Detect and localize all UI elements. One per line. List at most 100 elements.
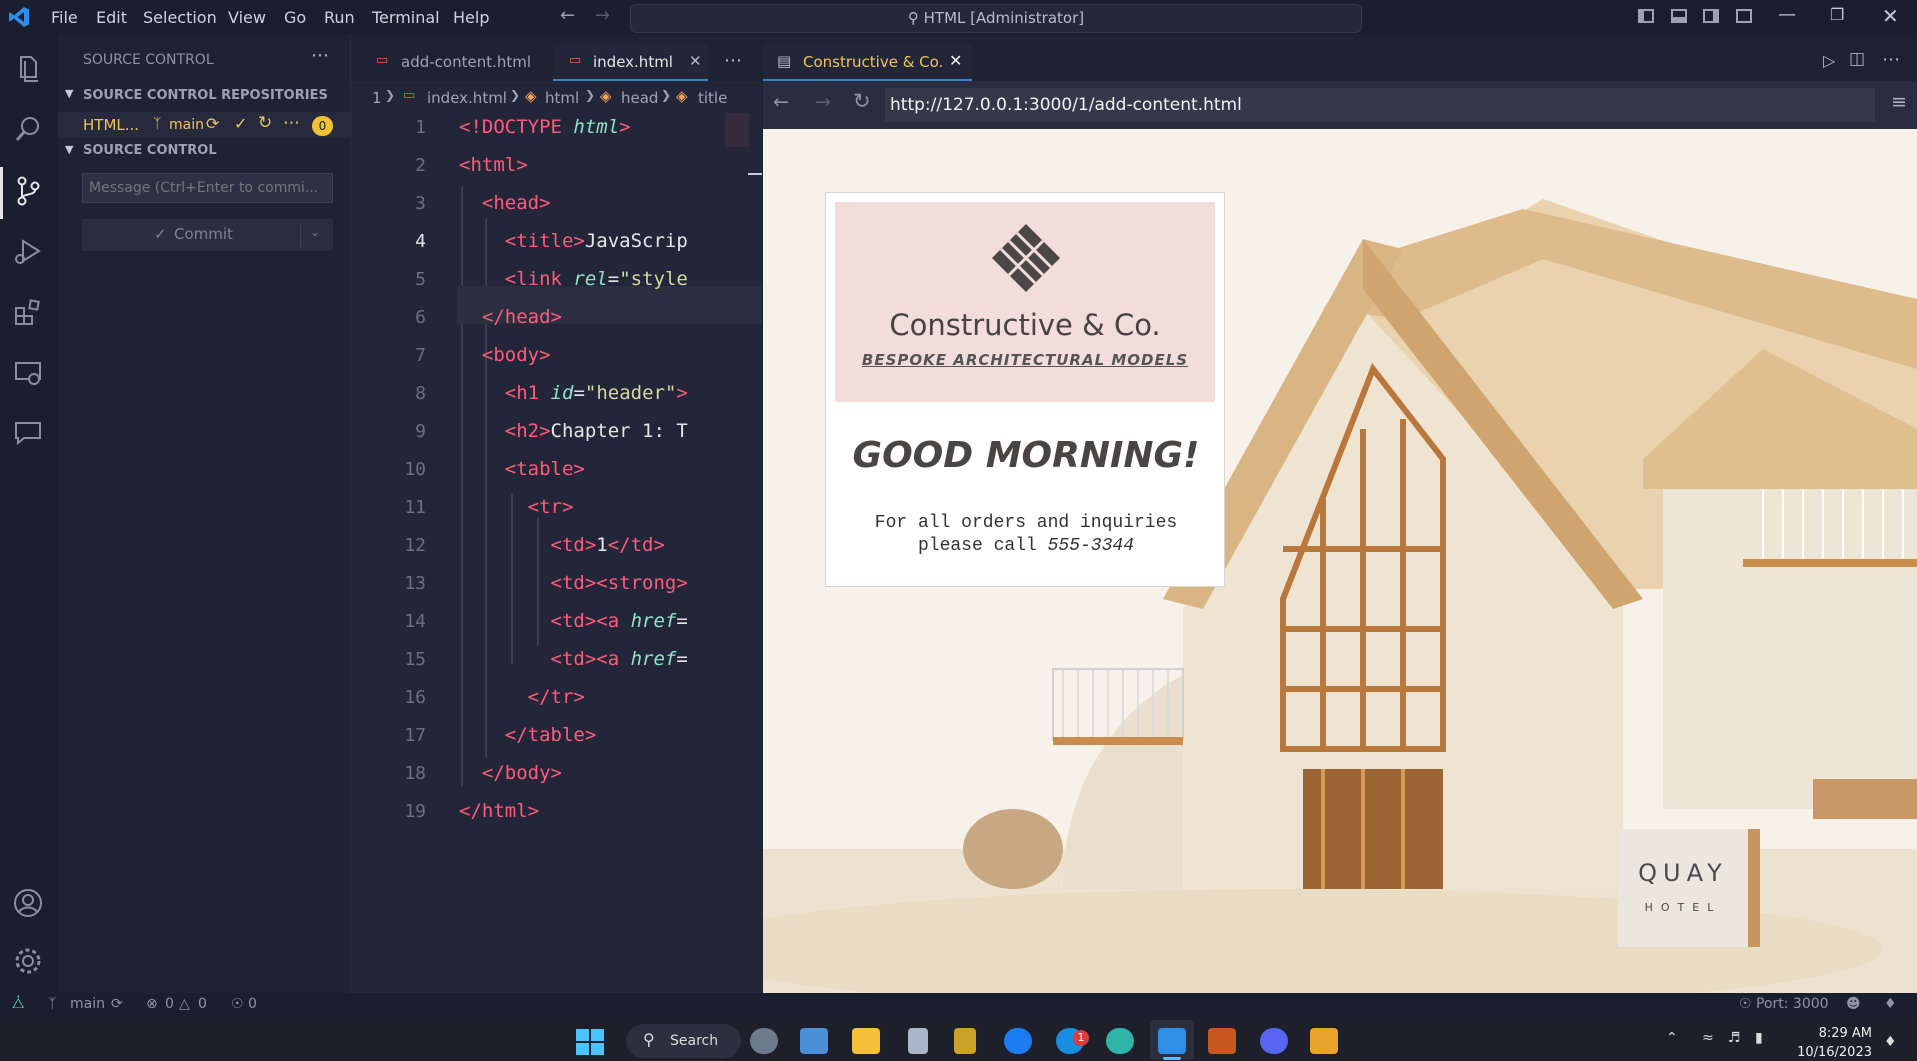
clock-time[interactable]: 8:29 AM [1800,1026,1872,1041]
commit-message-input[interactable] [82,173,333,203]
close-tab-icon[interactable]: ✕ [689,52,702,70]
sync-icon[interactable]: ⟳ [206,114,219,133]
status-branch[interactable]: main [70,996,105,1012]
extensions-icon[interactable] [12,297,44,329]
minimap[interactable] [725,113,749,147]
warning-count[interactable]: 0 [198,996,207,1012]
settings-app-icon[interactable] [750,1028,778,1054]
back-icon[interactable]: ← [773,91,789,113]
run-icon[interactable]: ▷ [1823,51,1835,70]
sign-title: QUAY [1638,859,1728,887]
menu-file[interactable]: File [51,8,78,27]
menu-view[interactable]: View [228,8,266,27]
reload-icon[interactable]: ↻ [853,89,871,113]
recycle-app-icon[interactable] [908,1028,928,1054]
notifications-bell-icon[interactable]: ♦ [1884,996,1897,1012]
code-line: 16 </tr> [404,686,585,708]
edge-browser-icon[interactable] [1106,1028,1134,1054]
copilot-icon[interactable]: ☻ [1846,996,1861,1012]
code-area[interactable]: 1 <!DOCTYPE html> 2 <html> 3 <head> 4 <tit… [351,110,762,820]
source-control-section-header[interactable]: SOURCE CONTROL [83,143,217,158]
menu-lines-icon[interactable]: ≡ [1891,91,1907,113]
game-app-icon[interactable] [954,1028,976,1054]
tab-add-content[interactable]: ▭ add-content.html [351,45,553,81]
restore-icon[interactable]: ❐ [1830,5,1844,24]
toggle-secondary-sidebar-icon[interactable] [1703,9,1719,23]
diamond-logo-icon [992,224,1060,292]
element-cube-icon: ◈ [676,87,688,105]
wifi-icon[interactable]: ≈ [1702,1030,1714,1046]
menu-edit[interactable]: Edit [96,8,127,27]
repository-row[interactable]: HTML... ᛉ main ⟳ ✓ ↻ ⋯ 0 [58,112,350,138]
toggle-sidebar-icon[interactable] [1638,9,1654,23]
scrollbar-marker [748,173,762,175]
split-editor-icon[interactable]: ◫ [1849,49,1865,69]
breadcrumb-file[interactable]: index.html [427,89,507,107]
breadcrumb-head[interactable]: head [621,89,658,107]
chat-icon[interactable] [12,417,44,449]
discord-app-icon[interactable] [1260,1028,1288,1054]
repository-more-icon[interactable]: ⋯ [283,113,300,133]
command-center[interactable]: ⚲ HTML [Administrator] [630,4,1362,33]
breadcrumb: 1 ❯ ▭ index.html ❯ ◈ html ❯ ◈ head ❯ ◈ t… [351,86,762,108]
chevron-down-icon[interactable]: ▼ [65,87,73,100]
commit-dropdown-chevron-icon[interactable]: ⌄ [310,225,320,239]
clock-date[interactable]: 10/16/2023 [1790,1045,1872,1060]
tray-overflow-chevron-icon[interactable]: ⌃ [1666,1030,1678,1046]
error-count[interactable]: 0 [165,996,174,1012]
commit-check-icon[interactable]: ✓ [234,114,247,133]
app-window-icon[interactable] [1310,1028,1338,1054]
menu-run[interactable]: Run [324,8,355,27]
remote-indicator-icon[interactable]: ⧊ [12,996,25,1012]
vscode-app-icon[interactable] [1158,1028,1186,1054]
phone-number[interactable]: 555-3344 [1048,536,1134,556]
zalo-app-icon[interactable] [1004,1028,1032,1054]
customize-layout-icon[interactable] [1736,9,1752,23]
settings-gear-icon[interactable] [12,945,44,977]
repositories-section-header[interactable]: SOURCE CONTROL REPOSITORIES [83,88,328,103]
toggle-panel-icon[interactable] [1671,9,1687,23]
menu-go[interactable]: Go [284,8,306,27]
menu-selection[interactable]: Selection [143,8,217,27]
editor-more-actions-icon[interactable]: ⋯ [724,50,742,71]
more-actions-icon[interactable]: ⋯ [1882,49,1900,70]
run-debug-icon[interactable] [12,235,44,267]
photos-app-icon[interactable] [800,1028,828,1054]
ports-count[interactable]: 0 [248,996,257,1012]
nav-back-icon[interactable]: ← [560,5,575,26]
close-tab-icon[interactable]: ✕ [949,51,962,70]
taskbar-search[interactable]: ⚲ Search [626,1024,741,1058]
source-control-icon[interactable] [12,175,44,207]
explorer-icon[interactable] [12,53,44,85]
chevron-down-icon[interactable]: ▼ [65,143,73,156]
powerpoint-app-icon[interactable] [1208,1028,1236,1054]
active-app-indicator [1163,1057,1181,1060]
search-icon[interactable] [12,113,44,145]
more-actions-icon[interactable]: ⋯ [311,45,329,66]
account-icon[interactable] [12,887,44,919]
windows-start-icon[interactable] [576,1029,604,1055]
nav-forward-icon[interactable]: → [595,5,610,26]
menu-terminal[interactable]: Terminal [372,8,440,27]
tab-preview[interactable]: ▤ Constructive & Co. ✕ [763,45,972,81]
forward-icon[interactable]: → [815,91,831,113]
breadcrumb-html[interactable]: html [545,89,579,107]
sidebar-title: SOURCE CONTROL [83,52,214,68]
commit-button[interactable]: ✓ Commit ⌄ [82,219,333,251]
battery-icon[interactable]: ▮ [1755,1030,1763,1046]
volume-icon[interactable]: ♬ [1728,1030,1741,1046]
minimize-icon[interactable]: — [1778,4,1796,25]
tab-index[interactable]: ▭ index.html ✕ [553,45,708,81]
repository-branch[interactable]: main [169,117,204,133]
close-window-icon[interactable]: ✕ [1882,4,1899,28]
refresh-icon[interactable]: ↻ [258,113,272,133]
notification-bell-icon[interactable]: ♦ [1884,1034,1897,1050]
element-cube-icon: ◈ [525,87,537,105]
breadcrumb-title[interactable]: title [698,89,727,107]
file-explorer-icon[interactable] [852,1028,880,1054]
live-server-port[interactable]: Port: 3000 [1756,996,1829,1012]
url-input[interactable]: http://127.0.0.1:3000/1/add-content.html [885,88,1875,122]
remote-explorer-icon[interactable] [12,357,44,389]
sync-icon[interactable]: ⟳ [111,996,123,1012]
menu-help[interactable]: Help [453,8,489,27]
